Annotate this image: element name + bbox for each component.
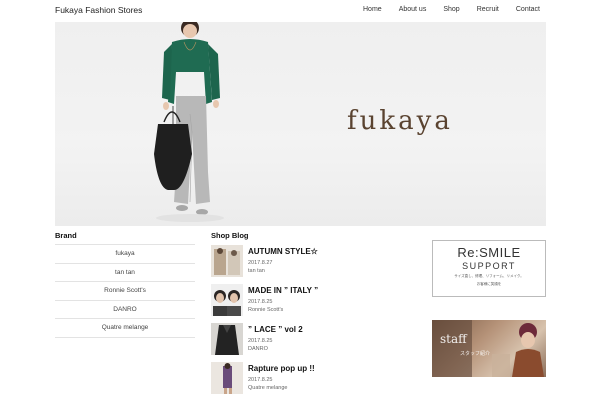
blog-post[interactable]: Rapture pop up !! 2017.8.25 Quatre melan…: [211, 362, 411, 400]
blog-post-brand: Ronnie Scott's: [248, 307, 284, 313]
brand-logo: fukaya: [347, 106, 453, 136]
main-nav: Home About us Shop Recruit Contact: [346, 6, 540, 13]
blog-post-date: 2017.8.25: [248, 377, 273, 383]
staff-banner-subtitle: スタッフ紹介: [460, 351, 491, 357]
brand-item-ronnie-scotts[interactable]: Ronnie Scott's: [55, 282, 195, 301]
blog-post-date: 2017.8.25: [248, 338, 273, 344]
resmile-note-line-2: お客様に笑顔を: [476, 282, 502, 286]
resmile-title: Re:SMILE: [457, 245, 521, 260]
hero-model-photo: [154, 22, 224, 222]
nav-recruit[interactable]: Recruit: [477, 6, 499, 13]
nav-contact[interactable]: Contact: [516, 6, 540, 13]
brand-list: fukaya tan tan Ronnie Scott's DANRO Quat…: [55, 244, 195, 338]
brand-item-quatre-melange[interactable]: Quatre melange: [55, 319, 195, 338]
resmile-note-line-1: サイズ直し、修理、リフォーム、リメイク。: [454, 274, 524, 278]
nav-shop[interactable]: Shop: [443, 6, 459, 13]
site-header: Fukaya Fashion Stores Home About us Shop…: [0, 0, 600, 22]
blog-post-title[interactable]: ” LACE ” vol 2: [248, 325, 303, 334]
staff-banner-title: staff: [440, 332, 467, 346]
nav-home[interactable]: Home: [363, 6, 382, 13]
blog-post[interactable]: AUTUMN STYLE☆ 2017.8.27 tan tan: [211, 245, 411, 284]
shop-blog-title: Shop Blog: [211, 231, 249, 240]
staff-banner-photo: [432, 320, 544, 377]
staff-banner[interactable]: staff スタッフ紹介: [432, 320, 546, 377]
blog-post-title[interactable]: Rapture pop up !!: [248, 364, 315, 373]
shop-blog-section: Shop Blog AUTUMN STYLE☆ 2017.8.27 tan ta…: [211, 231, 411, 400]
blog-post[interactable]: ” LACE ” vol 2 2017.8.25 DANRO: [211, 323, 411, 362]
blog-post-thumbnail[interactable]: [211, 362, 243, 394]
blog-post-title[interactable]: AUTUMN STYLE☆: [248, 247, 318, 256]
blog-post-thumbnail[interactable]: [211, 245, 243, 277]
brand-item-fukaya[interactable]: fukaya: [55, 245, 195, 264]
brand-item-danro[interactable]: DANRO: [55, 301, 195, 319]
brand-title: Brand: [55, 231, 77, 240]
blog-post-date: 2017.8.27: [248, 260, 273, 266]
blog-post-brand: DANRO: [248, 346, 268, 352]
nav-about-us[interactable]: About us: [399, 6, 427, 13]
blog-post-thumbnail[interactable]: [211, 323, 243, 355]
site-title[interactable]: Fukaya Fashion Stores: [55, 5, 142, 15]
blog-post-brand: Quatre melange: [248, 385, 288, 391]
blog-post[interactable]: MADE IN ” ITALY ” 2017.8.25 Ronnie Scott…: [211, 284, 411, 323]
blog-post-title[interactable]: MADE IN ” ITALY ”: [248, 286, 318, 295]
resmile-support-banner[interactable]: Re:SMILE SUPPORT サイズ直し、修理、リフォーム、リメイク。 お客…: [432, 240, 546, 297]
resmile-subtitle: SUPPORT: [462, 261, 516, 271]
blog-post-brand: tan tan: [248, 268, 265, 274]
blog-post-date: 2017.8.25: [248, 299, 273, 305]
blog-post-thumbnail[interactable]: [211, 284, 243, 316]
brand-section: Brand fukaya tan tan Ronnie Scott's DANR…: [55, 231, 195, 338]
brand-item-tan-tan[interactable]: tan tan: [55, 264, 195, 282]
hero-banner: fukaya: [55, 22, 546, 226]
